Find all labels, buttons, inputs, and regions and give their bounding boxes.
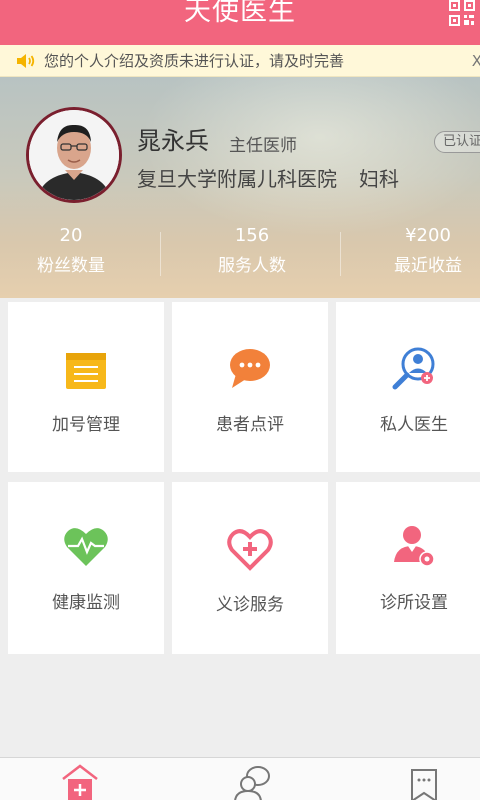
stat-label: 最近收益 [394,256,462,276]
stat-divider [340,232,341,276]
speaker-icon [17,54,35,68]
tile-label: 患者点评 [216,415,284,435]
doctor-photo [29,110,119,200]
stat-divider [160,232,161,276]
clipboard-icon [66,353,106,389]
notice-text: 您的个人介绍及资质未进行认证，请及时完善 [44,52,345,70]
stat-served[interactable]: 156 服务人数 [172,226,332,298]
tile-label: 私人医生 [380,415,448,435]
tile-health-monitoring[interactable]: 健康监测 [8,482,164,654]
doctor-name: 晁永兵 [137,127,209,155]
app-title: 天使医生 [184,0,296,27]
avatar[interactable] [26,107,122,203]
tile-private-doctor[interactable]: 私人医生 [336,302,480,472]
tile-label: 健康监测 [52,593,120,613]
bottom-tab-bar [0,757,480,800]
stats-row: 20 粉丝数量 156 服务人数 ¥200 最近收益 [0,226,480,298]
doctor-profile-card: 晁永兵 主任医师 已认证 复旦大学附属儿科医院 妇科 20 粉丝数量 156 服… [0,77,480,298]
doctor-settings-icon [394,526,435,567]
tile-patient-reviews[interactable]: 患者点评 [172,302,328,472]
stat-value: 20 [59,225,83,246]
tile-free-clinic-service[interactable]: 义诊服务 [172,482,328,654]
consult-icon[interactable] [232,764,272,800]
verification-notice[interactable]: 您的个人介绍及资质未进行认证，请及时完善 X [0,45,480,77]
notice-close-button[interactable]: X [472,45,480,77]
chat-bubble-icon [230,349,270,388]
doctor-title: 主任医师 [229,136,297,156]
tile-label: 义诊服务 [216,595,284,615]
profile-background-glow [140,77,480,237]
doctor-search-icon [392,347,435,390]
tile-clinic-settings[interactable]: 诊所设置 [336,482,480,654]
stat-label: 服务人数 [218,256,286,276]
verified-badge: 已认证 [434,131,480,153]
doctor-hospital: 复旦大学附属儿科医院 [137,167,337,191]
stat-earnings[interactable]: ¥200 最近收益 [348,226,480,298]
home-icon[interactable] [60,764,100,800]
app-header: 天使医生 [0,0,480,45]
tile-label: 诊所设置 [380,593,448,613]
heart-cross-icon [227,529,273,571]
doctor-department: 妇科 [359,167,399,191]
stat-label: 粉丝数量 [37,256,105,276]
stat-fans[interactable]: 20 粉丝数量 [0,226,151,298]
tile-appointment-management[interactable]: 加号管理 [8,302,164,472]
stat-value: ¥200 [405,225,451,246]
stat-value: 156 [234,225,270,246]
heart-pulse-icon [64,528,108,566]
tile-label: 加号管理 [52,415,120,435]
bookmark-icon[interactable] [404,764,444,800]
qr-code-icon[interactable] [448,0,476,26]
